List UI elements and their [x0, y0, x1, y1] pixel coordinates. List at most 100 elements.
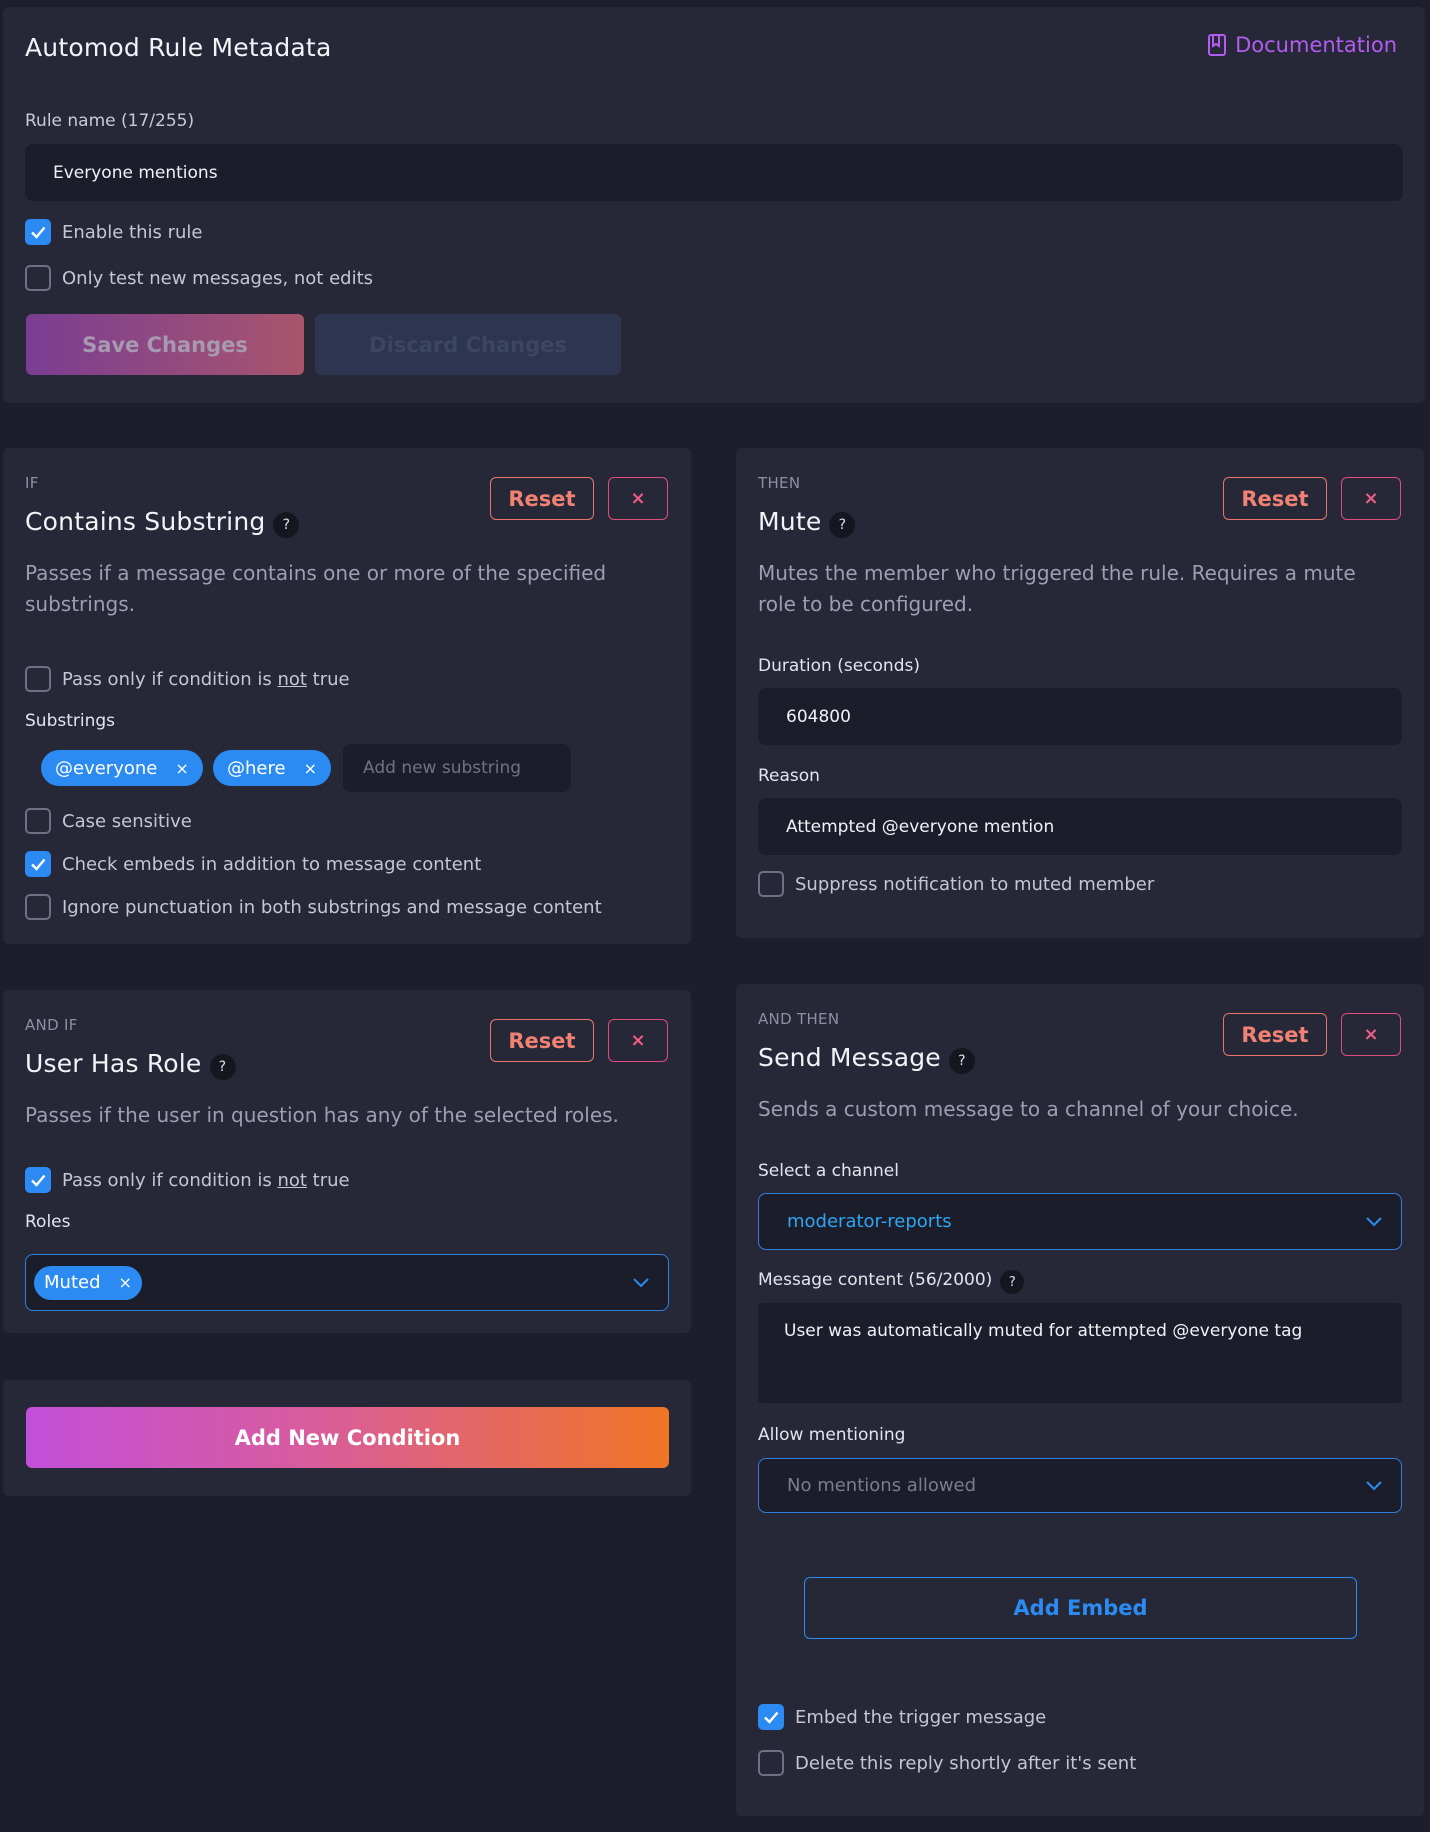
- check-embeds-checkbox[interactable]: Check embeds in addition to message cont…: [25, 851, 481, 877]
- embed-trigger-checkbox[interactable]: Embed the trigger message: [758, 1704, 1046, 1730]
- chip-remove-icon[interactable]: ×: [175, 759, 188, 778]
- chevron-down-icon[interactable]: [1365, 1216, 1383, 1228]
- roles-select[interactable]: Muted ×: [25, 1254, 669, 1311]
- negate-word: not: [277, 1169, 307, 1191]
- check-icon: [31, 1174, 46, 1187]
- duration-input[interactable]: 604800: [758, 688, 1402, 745]
- message-content-textarea[interactable]: User was automatically muted for attempt…: [758, 1303, 1402, 1403]
- chip-remove-icon[interactable]: ×: [304, 759, 317, 778]
- metadata-panel: Automod Rule Metadata Documentation Rule…: [3, 7, 1425, 403]
- checkbox-box[interactable]: [25, 265, 51, 291]
- condition-kicker: AND IF: [25, 1016, 78, 1034]
- add-new-condition-button[interactable]: Add New Condition: [26, 1407, 669, 1468]
- negate-prefix: Pass only if condition is: [62, 668, 278, 690]
- enable-rule-label: Enable this rule: [62, 221, 203, 243]
- delete-reply-checkbox[interactable]: Delete this reply shortly after it's sen…: [758, 1750, 1136, 1776]
- reason-input[interactable]: Attempted @everyone mention: [758, 798, 1402, 855]
- add-embed-button[interactable]: Add Embed: [804, 1577, 1357, 1639]
- reset-button[interactable]: Reset: [1223, 1013, 1327, 1056]
- action-description: Mutes the member who triggered the rule.…: [758, 561, 1356, 616]
- condition-description: Passes if a message contains one or more…: [25, 561, 607, 616]
- checkbox-box[interactable]: [25, 851, 51, 877]
- embed-trigger-label: Embed the trigger message: [795, 1706, 1047, 1728]
- ignore-punctuation-checkbox[interactable]: Ignore punctuation in both substrings an…: [25, 894, 602, 920]
- help-icon[interactable]: ?: [948, 1048, 975, 1074]
- negate-checkbox[interactable]: Pass only if condition is not true: [25, 1167, 350, 1193]
- condition-title-text: Contains Substring: [25, 507, 266, 536]
- role-chip: Muted ×: [34, 1265, 142, 1300]
- checkbox-box[interactable]: [25, 666, 51, 692]
- enable-rule-checkbox[interactable]: Enable this rule: [25, 219, 202, 245]
- help-icon[interactable]: ?: [209, 1054, 236, 1080]
- chevron-down-icon[interactable]: [632, 1277, 650, 1289]
- condition-description: Passes if the user in question has any o…: [25, 1103, 619, 1127]
- allow-mentioning-label: Allow mentioning: [758, 1425, 906, 1445]
- checkbox-box[interactable]: [25, 894, 51, 920]
- reset-button[interactable]: Reset: [490, 477, 594, 520]
- action-title: Send Message?: [758, 1043, 975, 1074]
- remove-button[interactable]: ×: [608, 477, 668, 520]
- allow-mentioning-select[interactable]: No mentions allowed: [758, 1458, 1402, 1513]
- condition-panel-contains-substring: IF Contains Substring? Reset × Passes if…: [3, 448, 691, 944]
- case-sensitive-checkbox[interactable]: Case sensitive: [25, 808, 192, 834]
- substrings-label: Substrings: [25, 711, 116, 731]
- chip-remove-icon[interactable]: ×: [119, 1273, 132, 1292]
- add-substring-input[interactable]: Add new substring: [343, 744, 571, 792]
- negate-label: Pass only if condition is not true: [62, 669, 350, 690]
- check-icon: [31, 226, 46, 239]
- book-icon: [1208, 34, 1227, 56]
- condition-title: User Has Role?: [25, 1049, 236, 1080]
- checkbox-box[interactable]: [758, 1704, 784, 1730]
- ignore-punctuation-label: Ignore punctuation in both substrings an…: [62, 896, 602, 918]
- checkbox-box[interactable]: [25, 808, 51, 834]
- chip-label: Muted: [44, 1272, 101, 1293]
- action-title: Mute?: [758, 507, 856, 538]
- channel-label: Select a channel: [758, 1161, 899, 1181]
- action-title-text: Mute: [758, 507, 822, 536]
- negate-suffix: true: [306, 1169, 350, 1191]
- channel-value: moderator-reports: [787, 1211, 952, 1232]
- action-panel-send-message: AND THEN Send Message? Reset × Sends a c…: [736, 984, 1424, 1816]
- chip-label: @everyone: [55, 757, 158, 779]
- condition-kicker: IF: [25, 474, 39, 492]
- condition-panel-user-has-role: AND IF User Has Role? Reset × Passes if …: [3, 990, 691, 1333]
- negate-checkbox[interactable]: Pass only if condition is not true: [25, 666, 350, 692]
- help-icon[interactable]: ?: [829, 512, 856, 538]
- remove-button[interactable]: ×: [1341, 1013, 1401, 1056]
- rule-name-label: Rule name (17/255): [25, 111, 195, 131]
- checkbox-box[interactable]: [758, 871, 784, 897]
- only-new-checkbox[interactable]: Only test new messages, not edits: [25, 265, 373, 291]
- discard-changes-button[interactable]: Discard Changes: [315, 314, 621, 375]
- action-description: Sends a custom message to a channel of y…: [758, 1097, 1299, 1121]
- save-changes-button[interactable]: Save Changes: [26, 314, 304, 375]
- metadata-title: Automod Rule Metadata: [25, 33, 332, 62]
- suppress-notification-checkbox[interactable]: Suppress notification to muted member: [758, 871, 1154, 897]
- action-panel-mute: THEN Mute? Reset × Mutes the member who …: [736, 448, 1424, 938]
- channel-select[interactable]: moderator-reports: [758, 1193, 1402, 1250]
- help-icon[interactable]: ?: [1000, 1270, 1025, 1294]
- add-condition-panel: Add New Condition: [3, 1380, 691, 1496]
- roles-label: Roles: [25, 1212, 71, 1232]
- reset-button[interactable]: Reset: [1223, 477, 1327, 520]
- help-icon[interactable]: ?: [273, 512, 300, 538]
- case-sensitive-label: Case sensitive: [62, 810, 192, 832]
- remove-button[interactable]: ×: [1341, 477, 1401, 520]
- documentation-link[interactable]: Documentation: [1207, 33, 1397, 57]
- condition-title: Contains Substring?: [25, 507, 300, 538]
- reset-button[interactable]: Reset: [490, 1019, 594, 1062]
- rule-name-input[interactable]: Everyone mentions: [25, 144, 1403, 201]
- substring-chip: @everyone ×: [41, 750, 203, 786]
- action-kicker: THEN: [758, 474, 801, 492]
- remove-button[interactable]: ×: [608, 1019, 668, 1062]
- message-content-label-text: Message content (56/2000): [758, 1270, 993, 1290]
- checkbox-box[interactable]: [25, 219, 51, 245]
- chip-label: @here: [227, 757, 286, 779]
- check-embeds-label: Check embeds in addition to message cont…: [62, 853, 482, 875]
- check-icon: [764, 1711, 779, 1724]
- documentation-label: Documentation: [1235, 33, 1397, 57]
- checkbox-box[interactable]: [25, 1167, 51, 1193]
- checkbox-box[interactable]: [758, 1750, 784, 1776]
- reason-label: Reason: [758, 766, 820, 786]
- chevron-down-icon[interactable]: [1365, 1480, 1383, 1492]
- negate-suffix: true: [306, 668, 350, 690]
